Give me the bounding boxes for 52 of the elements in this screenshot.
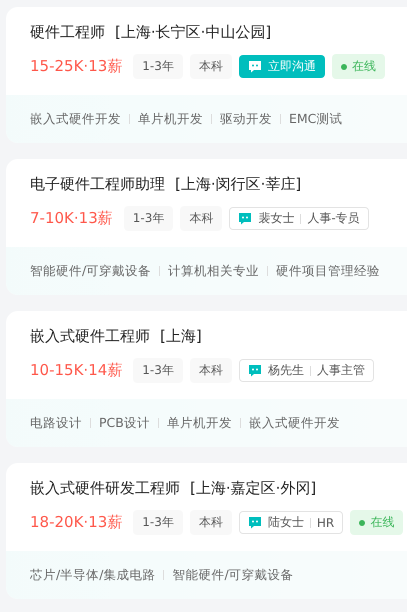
job-card[interactable]: 嵌入式硬件工程师 [上海] 10-15K·14薪 1-3年 本科 杨先生 人事主管 电路设计 PCB设计 单片机开发 嵌入式硬件开发 <box>6 311 407 447</box>
job-location: [上海] <box>160 327 202 346</box>
requirement-tag: 本科 <box>180 206 222 231</box>
skill-tag: 芯片/半导体/集成电路 <box>30 566 156 584</box>
skill-tag: 智能硬件/可穿戴设备 <box>30 262 152 280</box>
requirement-tag: 本科 <box>190 358 232 383</box>
skill-tag: EMC测试 <box>289 110 342 128</box>
requirement-tag: 本科 <box>190 54 232 79</box>
skill-tag: PCB设计 <box>99 414 150 432</box>
online-badge: 在线 <box>332 54 385 79</box>
skill-tag: 嵌入式硬件开发 <box>30 110 121 128</box>
chat-bubble-icon <box>248 516 262 529</box>
recruiter-role: 人事主管 <box>316 362 365 379</box>
skill-tag: 驱动开发 <box>220 110 272 128</box>
requirement-tag: 1-3年 <box>133 54 183 79</box>
job-title: 嵌入式硬件工程师 <box>30 327 150 346</box>
requirement-tag: 1-3年 <box>133 510 183 535</box>
job-title: 嵌入式硬件研发工程师 <box>30 479 180 498</box>
skill-tag: 电路设计 <box>30 414 82 432</box>
job-card[interactable]: 硬件工程师 [上海·长宁区·中山公园] 15-25K·13薪 1-3年 本科 立即沟通 在线 嵌入式硬件开发 单片机开发 驱动开发 EMC测试 <box>6 7 407 143</box>
skill-tag: 计算机相关专业 <box>168 262 260 280</box>
skill-tag: 硬件项目管理经验 <box>276 262 380 280</box>
recruiter-chip[interactable]: 裴女士 人事-专员 <box>229 207 369 230</box>
recruiter-chip[interactable]: 杨先生 人事主管 <box>238 359 374 382</box>
job-location: [上海·嘉定区·外冈] <box>190 479 316 498</box>
skill-tag: 单片机开发 <box>166 414 232 432</box>
salary: 10-15K·14薪 <box>30 361 122 380</box>
job-card[interactable]: 电子硬件工程师助理 [上海·闵行区·莘庄] 7-10K·13薪 1-3年 本科 裴女士 人事-专员 智能硬件/可穿戴设备 计算机相关专业 硬件项目管理经验 <box>6 159 407 295</box>
job-location: [上海·长宁区·中山公园] <box>115 23 272 42</box>
recruiter-role: HR <box>316 516 334 530</box>
chat-bubble-icon <box>238 212 252 225</box>
recruiter-name: 杨先生 <box>268 362 304 379</box>
skill-tag: 单片机开发 <box>138 110 203 128</box>
chat-bubble-icon <box>248 364 262 377</box>
recruiter-role: 人事-专员 <box>307 210 360 227</box>
recruiter-chip[interactable]: 陆女士 HR <box>238 511 344 534</box>
requirement-tag: 1-3年 <box>133 358 183 383</box>
requirement-tag: 1-3年 <box>124 206 174 231</box>
recruiter-name: 陆女士 <box>268 514 304 531</box>
requirement-tag: 本科 <box>190 510 232 535</box>
chat-bubble-icon <box>248 60 262 73</box>
salary: 18-20K·13薪 <box>30 513 122 532</box>
recruiter-name: 裴女士 <box>258 210 294 227</box>
job-location: [上海·闵行区·莘庄] <box>175 175 302 194</box>
salary: 7-10K·13薪 <box>30 209 113 228</box>
job-card[interactable]: 嵌入式硬件研发工程师 [上海·嘉定区·外冈] 18-20K·13薪 1-3年 本科 陆女士 HR 在线 芯片/半导体/集成电路 智能硬件/可穿戴设备 <box>6 463 407 599</box>
online-badge: 在线 <box>350 510 404 535</box>
skill-tag: 嵌入式硬件开发 <box>248 414 340 432</box>
salary: 15-25K·13薪 <box>30 57 122 76</box>
job-title: 电子硬件工程师助理 <box>30 175 165 194</box>
skill-tag: 智能硬件/可穿戴设备 <box>172 566 294 584</box>
job-title: 硬件工程师 <box>30 23 105 42</box>
